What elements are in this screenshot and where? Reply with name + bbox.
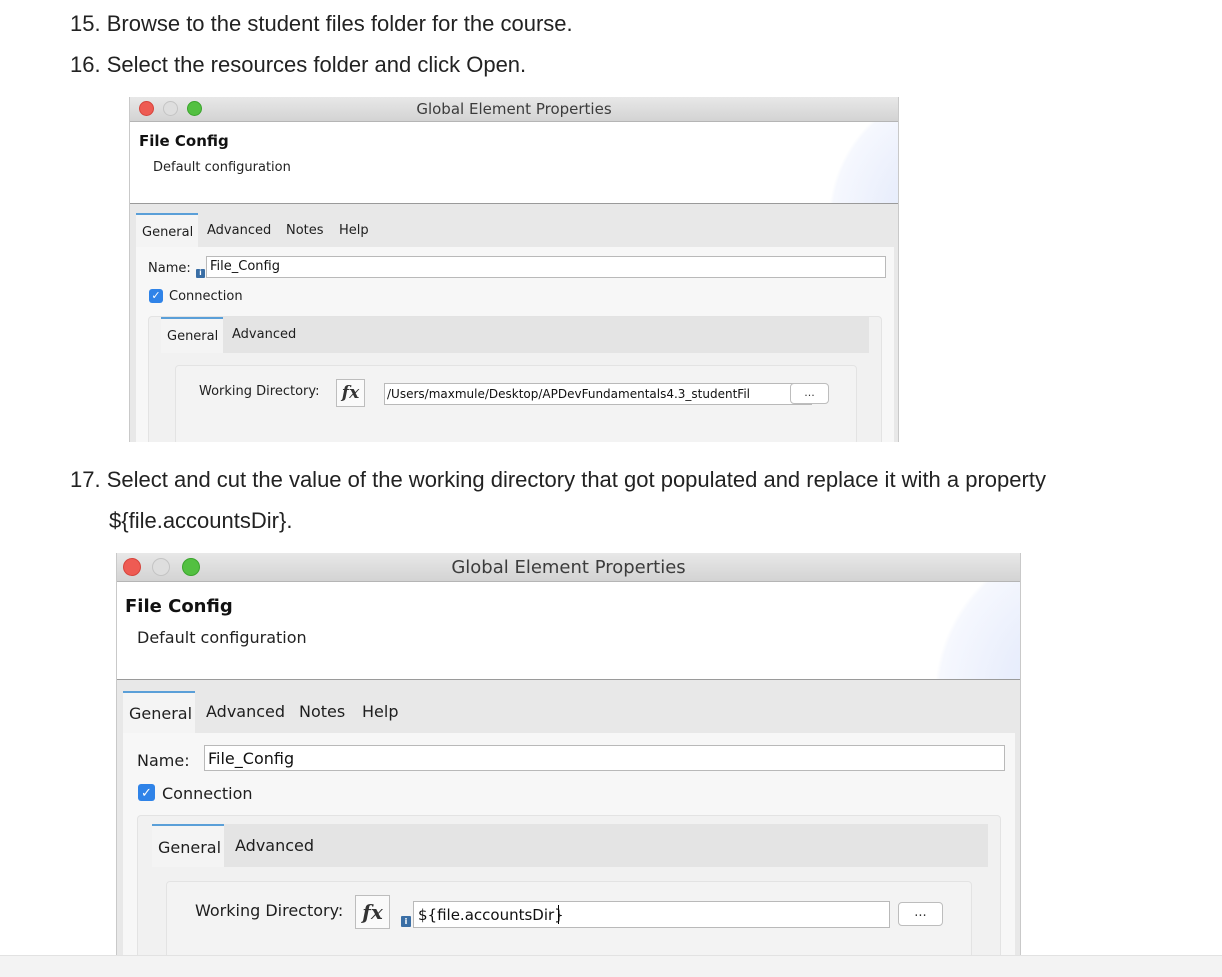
general-panel: Name: File_Config ✓ Connection General A… [123,733,1015,955]
dialog-header: File Config Default configuration [130,122,898,204]
global-element-properties-window-1: Global Element Properties File Config De… [129,97,899,442]
text-cursor [558,905,559,924]
connection-checkbox[interactable]: ✓ [138,784,155,801]
page-footer-band [0,955,1222,977]
inner-tab-general[interactable]: General [161,317,223,353]
tab-general[interactable]: General [136,213,198,247]
step-number: 17. [70,467,101,492]
fx-icon[interactable]: fx [336,379,365,407]
config-subheading: Default configuration [137,628,307,647]
step-16: 16. Select the resources folder and clic… [70,50,526,80]
title-bar: Global Element Properties [117,553,1020,582]
working-dir-panel: Working Directory: fx /Users/maxmule/Des… [175,365,857,442]
step-text: Browse to the student files folder for t… [106,11,573,36]
tab-general[interactable]: General [123,691,195,733]
global-element-properties-window-2: Global Element Properties File Config De… [116,553,1021,955]
connection-checkbox[interactable]: ✓ [149,289,163,303]
name-label: Name: [137,751,190,770]
general-panel: Name: i File_Config ✓ Connection General… [136,247,894,442]
connection-section: General Advanced Working Directory: fx /… [148,316,882,442]
working-dir-label: Working Directory: [195,901,344,920]
browse-button[interactable]: ... [898,902,943,926]
step-17-property: ${file.accountsDir}. [109,508,293,533]
step-text: Select and cut the value of the working … [106,467,1046,492]
config-heading: File Config [125,596,233,617]
working-dir-input[interactable]: ${file.accountsDir} [413,901,890,928]
inner-tab-advanced[interactable]: Advanced [235,836,314,855]
working-dir-input[interactable]: /Users/maxmule/Desktop/APDevFundamentals… [384,383,812,405]
name-label: Name: [148,261,191,276]
working-dir-panel: Working Directory: fx i ${file.accountsD… [166,881,972,955]
browse-button[interactable]: ... [790,383,829,404]
connection-label: Connection [169,289,243,304]
config-heading: File Config [139,132,229,150]
config-subheading: Default configuration [153,160,291,175]
info-icon: i [196,269,205,278]
info-icon: i [401,916,411,927]
connection-section: General Advanced Working Directory: fx i… [137,815,1001,955]
tab-bar: General Advanced Notes Help [117,691,1020,733]
tab-notes[interactable]: Notes [299,702,345,721]
tab-bar: General Advanced Notes Help [130,213,898,247]
header-decoration [912,582,1020,679]
name-input[interactable]: File_Config [206,256,886,278]
dialog-body: General Advanced Notes Help Name: File_C… [117,680,1020,955]
inner-tab-bar: General Advanced [161,317,869,353]
dialog-body: General Advanced Notes Help Name: i File… [130,204,898,442]
inner-tab-advanced[interactable]: Advanced [232,327,296,342]
step-17: 17. Select and cut the value of the work… [70,465,1046,495]
step-15: 15. Browse to the student files folder f… [70,9,573,39]
inner-tab-bar: General Advanced [152,824,988,867]
step-number: 16. [70,52,101,77]
inner-tab-general[interactable]: General [152,824,224,867]
tab-notes[interactable]: Notes [286,223,324,238]
title-bar: Global Element Properties [130,97,898,122]
tab-advanced[interactable]: Advanced [206,702,285,721]
window-title: Global Element Properties [451,557,686,578]
step-text: Select the resources folder and click Op… [106,52,527,77]
header-decoration [810,122,898,203]
window-title: Global Element Properties [416,100,612,118]
fx-icon[interactable]: fx [355,895,390,929]
tab-advanced[interactable]: Advanced [207,223,271,238]
tab-help[interactable]: Help [362,702,398,721]
step-number: 15. [70,11,101,36]
dialog-header: File Config Default configuration [117,582,1020,680]
connection-label: Connection [162,784,253,803]
name-input[interactable]: File_Config [204,745,1005,771]
tab-help[interactable]: Help [339,223,369,238]
working-dir-label: Working Directory: [199,384,320,399]
